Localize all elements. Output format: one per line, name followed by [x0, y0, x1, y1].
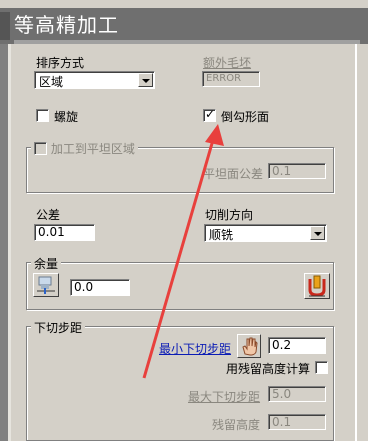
annotation-arrow	[142, 124, 224, 379]
